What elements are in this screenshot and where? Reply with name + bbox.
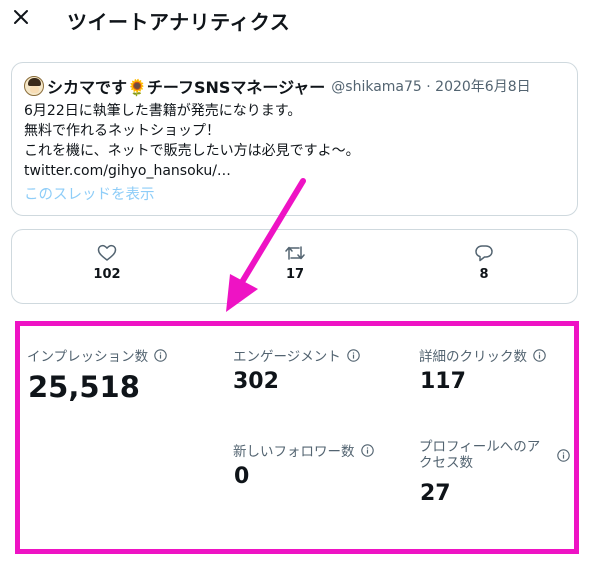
profile-visits-label: プロフィールへのア クセス数 — [419, 439, 540, 471]
avatar[interactable] — [24, 76, 44, 96]
engagements-label-text: エンゲージメント — [233, 349, 341, 365]
impressions-label-text: インプレッション数 — [27, 349, 149, 365]
metrics-panel: インプレッション数 25,518 エンゲージメント 302 詳細のクリック数 1… — [15, 321, 579, 554]
likes-stat[interactable]: 102 — [77, 244, 137, 282]
heart-icon — [97, 244, 117, 261]
author-handle-date: @shikama75 · 2020年6月8日 — [331, 79, 531, 95]
show-thread-link[interactable]: このスレッドを表示 — [24, 183, 155, 204]
retweets-count: 17 — [285, 267, 305, 282]
detail-clicks-label: 詳細のクリック数 — [419, 345, 546, 365]
engagements-value: 302 — [233, 369, 279, 394]
tweet-line: これを機に、ネットで販売したい方は必見ですよ〜。 — [24, 143, 360, 159]
detail-clicks-value: 117 — [420, 369, 466, 394]
info-icon[interactable] — [557, 449, 570, 462]
header: ツイートアナリティクス — [0, 0, 589, 40]
close-button[interactable] — [10, 6, 32, 28]
profile-visits-label-line2: クセス数 — [419, 455, 473, 471]
engagement-card: 102 17 8 — [11, 229, 578, 304]
tweet-card[interactable]: シカマです🌻チーフSNSマネージャー @shikama75 · 2020年6月8… — [11, 62, 578, 216]
engagements-label: エンゲージメント — [233, 345, 360, 365]
tweet-link[interactable]: twitter.com/gihyo_hansoku/… — [24, 161, 360, 181]
info-icon[interactable] — [360, 443, 374, 457]
tweet-text: 6月22日に執筆した書籍が発売になります。 無料で作れるネットショップ！ これを… — [24, 101, 360, 181]
tweet-line: 6月22日に執筆した書籍が発売になります。 — [24, 103, 302, 119]
profile-visits-label-line1: プロフィールへのア — [419, 439, 541, 455]
info-icon[interactable] — [533, 348, 546, 362]
tweet-line: 無料で作れるネットショップ！ — [24, 123, 220, 139]
replies-count: 8 — [479, 267, 489, 282]
profile-visits-value: 27 — [420, 481, 451, 506]
page-title: ツイートアナリティクス — [67, 10, 291, 34]
retweet-icon — [285, 246, 305, 260]
likes-count: 102 — [93, 267, 121, 282]
author-name[interactable]: シカマです🌻チーフSNSマネージャー — [47, 74, 325, 98]
reply-icon — [475, 245, 493, 262]
retweets-stat[interactable]: 17 — [265, 244, 325, 282]
new-followers-label: 新しいフォロワー数 — [233, 440, 374, 460]
new-followers-label-text: 新しいフォロワー数 — [233, 444, 355, 460]
info-icon[interactable] — [154, 348, 167, 362]
detail-clicks-label-text: 詳細のクリック数 — [419, 349, 527, 365]
impressions-label: インプレッション数 — [27, 345, 167, 365]
info-icon[interactable] — [346, 348, 360, 362]
new-followers-value: 0 — [234, 464, 250, 489]
impressions-value: 25,518 — [28, 370, 140, 404]
close-icon — [14, 10, 28, 24]
replies-stat[interactable]: 8 — [454, 244, 514, 282]
tweet-header: シカマです🌻チーフSNSマネージャー @shikama75 · 2020年6月8… — [24, 75, 531, 97]
